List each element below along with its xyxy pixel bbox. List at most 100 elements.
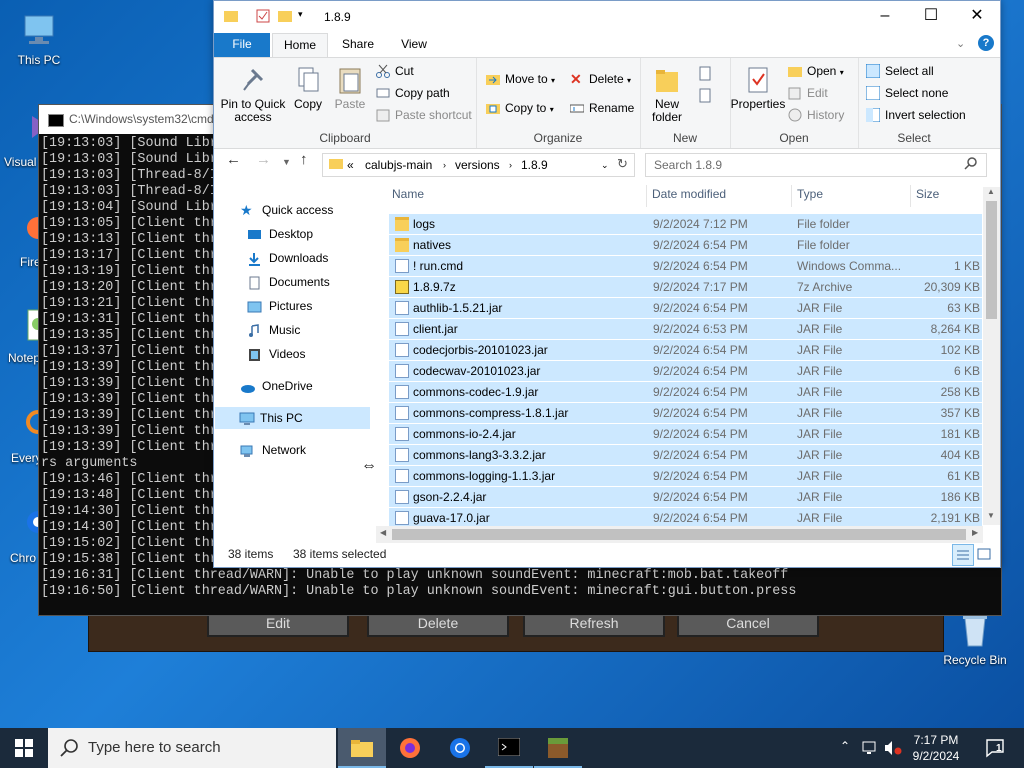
taskbar-chrome[interactable] (436, 728, 484, 768)
address-overflow[interactable]: « (347, 158, 354, 172)
breadcrumb-versions[interactable]: versions (455, 158, 500, 172)
table-row[interactable]: commons-compress-1.8.1.jar 9/2/2024 6:54 … (389, 402, 982, 423)
table-row[interactable]: guava-17.0.jar 9/2/2024 6:54 PM JAR File 2,… (389, 507, 982, 528)
scroll-down-icon[interactable]: ▼ (987, 511, 995, 520)
windows-start-icon[interactable] (15, 739, 33, 760)
nav-desktop[interactable]: Desktop▸ (247, 223, 407, 245)
recent-locations-button[interactable]: ▼ (282, 157, 291, 167)
paste-shortcut-icon (376, 108, 390, 122)
file-explorer-window[interactable]: ▾ 1.8.9 – ☐ ✕ File Home Share View ⌄ ? P… (213, 0, 1001, 568)
volume-muted-icon[interactable] (884, 740, 902, 759)
open-button[interactable]: Open ▾ (788, 63, 844, 81)
network-tray-icon[interactable] (862, 740, 878, 759)
table-row[interactable]: natives 9/2/2024 6:54 PM File folder (389, 234, 982, 255)
breadcrumb-calubjs-main[interactable]: calubjs-main (365, 158, 432, 172)
search-box[interactable]: Search 1.8.9 (645, 153, 987, 177)
column-header-date-modified[interactable]: Date modified (652, 187, 726, 201)
expand-ribbon-icon[interactable]: ⌄ (956, 37, 965, 50)
column-header-name[interactable]: Name (392, 187, 424, 201)
table-row[interactable]: logs 9/2/2024 7:12 PM File folder (389, 213, 982, 234)
table-row[interactable]: codecjorbis-20101023.jar 9/2/2024 6:54 PM… (389, 339, 982, 360)
pin-to-quick-access-button[interactable]: Pin to Quick access (220, 66, 286, 124)
properties-quick-icon[interactable] (256, 9, 270, 23)
properties-button[interactable]: Properties (730, 66, 786, 111)
rename-button[interactable]: Rename (569, 100, 634, 118)
table-row[interactable]: client.jar 9/2/2024 6:53 PM JAR File 8,264 … (389, 318, 982, 339)
table-row[interactable]: commons-codec-1.9.jar 9/2/2024 6:54 PM JAR… (389, 381, 982, 402)
history-button[interactable]: History (788, 107, 844, 125)
file-size: 6 KB (953, 364, 980, 378)
nav-videos[interactable]: Videos (247, 343, 407, 365)
table-row[interactable]: 1.8.9.7z 9/2/2024 7:17 PM 7z Archive 20,309… (389, 276, 982, 297)
scroll-left-icon[interactable]: ◀ (380, 528, 386, 537)
nav-music[interactable]: Music (247, 319, 407, 341)
minimize-button[interactable]: – (862, 1, 908, 31)
up-button[interactable]: ↑ (300, 151, 308, 168)
network-icon (240, 443, 255, 457)
new-folder-quick-icon[interactable] (278, 9, 292, 23)
file-list-horizontal-scrollbar[interactable]: ◀ ▶ (376, 526, 983, 543)
table-row[interactable]: ! run.cmd 9/2/2024 6:54 PM Windows Comma..… (389, 255, 982, 276)
tab-share[interactable]: Share (332, 33, 384, 57)
column-header-type[interactable]: Type (797, 187, 823, 201)
close-button[interactable]: ✕ (954, 1, 1000, 31)
table-row[interactable]: commons-io-2.4.jar 9/2/2024 6:54 PM JAR Fi… (389, 423, 982, 444)
nav-downloads[interactable]: Downloads▸ (247, 247, 407, 269)
tab-home[interactable]: Home (272, 33, 328, 58)
column-header-size[interactable]: Size (916, 187, 939, 201)
table-row[interactable]: commons-logging-1.1.3.jar 9/2/2024 6:54 P… (389, 465, 982, 486)
maximize-button[interactable]: ☐ (908, 1, 954, 31)
table-row[interactable]: codecwav-20101023.jar 9/2/2024 6:54 PM JAR… (389, 360, 982, 381)
taskbar-file-explorer[interactable] (338, 728, 386, 768)
copy-to-button[interactable]: Copy to ▾ (486, 100, 554, 118)
taskbar-cmd[interactable] (485, 728, 533, 768)
nav-documents[interactable]: Documents▸ (247, 271, 407, 293)
scroll-up-icon[interactable]: ▲ (987, 187, 995, 196)
help-icon[interactable]: ? (978, 35, 994, 51)
file-name: gson-2.2.4.jar (413, 490, 487, 504)
new-item-icon[interactable] (698, 66, 716, 85)
copy-path-button[interactable]: Copy path (376, 85, 450, 103)
tab-file[interactable]: File (214, 33, 270, 57)
refresh-icon[interactable]: ↻ (617, 156, 628, 172)
forward-button[interactable]: → (256, 151, 271, 168)
show-hidden-icons-icon[interactable]: ⌃ (840, 739, 850, 753)
paste-shortcut-button[interactable]: Paste shortcut (376, 107, 472, 125)
horizontal-scrollbar-thumb[interactable] (392, 529, 966, 540)
details-view-icon[interactable] (952, 544, 974, 566)
table-row[interactable]: gson-2.2.4.jar 9/2/2024 6:54 PM JAR File 18… (389, 486, 982, 507)
delete-button[interactable]: ✕ Delete ▾ (570, 71, 631, 89)
breadcrumb-1-8-9[interactable]: 1.8.9 (521, 158, 548, 172)
taskbar-firefox[interactable] (386, 728, 434, 768)
select-none-button[interactable]: Select none (865, 85, 948, 103)
table-row[interactable]: authlib-1.5.21.jar 9/2/2024 6:54 PM JAR Fi… (389, 297, 982, 318)
address-dropdown-icon[interactable]: ⌄ (601, 160, 609, 171)
nav-this-pc[interactable]: This PC (215, 407, 370, 429)
copy-button[interactable]: Copy (290, 66, 326, 111)
invert-selection-button[interactable]: Invert selection (865, 107, 966, 125)
nav-pictures[interactable]: Pictures▸ (247, 295, 407, 317)
new-folder-button[interactable]: New folder (644, 66, 690, 124)
select-all-button[interactable]: Select all (865, 63, 934, 81)
back-button[interactable]: ← (226, 151, 241, 168)
scroll-right-icon[interactable]: ▶ (972, 528, 978, 537)
table-row[interactable]: commons-lang3-3.3.2.jar 9/2/2024 6:54 PM J… (389, 444, 982, 465)
move-to-button[interactable]: Move to ▾ (486, 71, 555, 89)
large-icons-view-icon[interactable] (976, 546, 992, 565)
address-bar[interactable]: « calubjs-main › versions › 1.8.9 ⌄ ↻ (322, 153, 635, 177)
taskbar-clock[interactable]: 7:17 PM 9/2/2024 (904, 732, 968, 764)
desktop-icon-recycle-bin[interactable]: Recycle Bin (938, 610, 1012, 667)
explorer-titlebar[interactable]: ▾ 1.8.9 – ☐ ✕ (214, 1, 1000, 33)
customize-quick-access-icon[interactable]: ▾ (298, 9, 311, 23)
file-date: 9/2/2024 6:54 PM (653, 427, 748, 441)
edit-button[interactable]: Edit (788, 85, 828, 103)
cut-button[interactable]: Cut (376, 63, 414, 81)
file-list-vertical-scrollbar[interactable]: ▲ ▼ (983, 187, 1000, 525)
easy-access-icon[interactable] (698, 88, 716, 107)
taskbar-search-box[interactable]: Type here to search (48, 728, 336, 768)
scrollbar-thumb[interactable] (986, 201, 997, 319)
tab-view[interactable]: View (390, 33, 438, 57)
taskbar-minecraft[interactable] (534, 728, 582, 768)
desktop-icon-this-pc[interactable]: This PC (2, 10, 76, 67)
paste-button[interactable]: Paste (332, 66, 368, 111)
